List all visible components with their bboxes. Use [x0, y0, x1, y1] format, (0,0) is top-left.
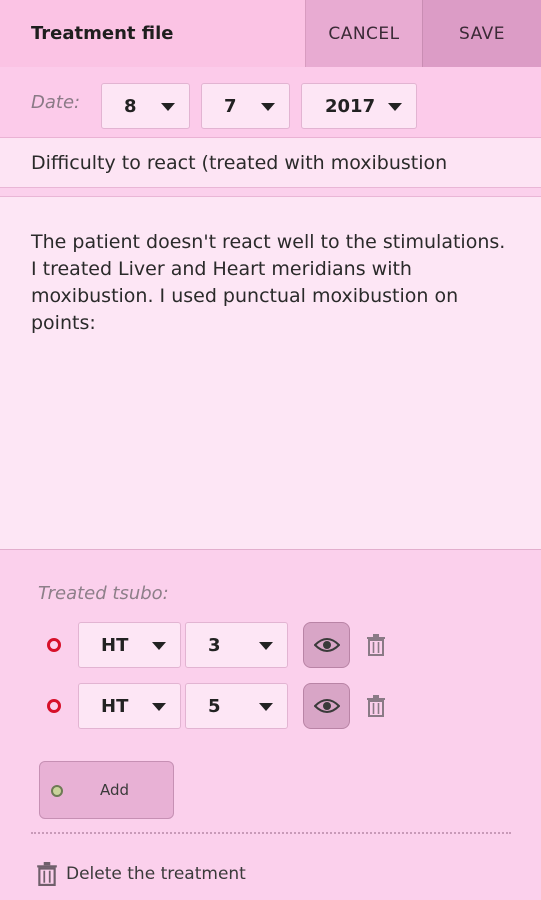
add-label: Add	[100, 781, 130, 799]
meridian-select[interactable]: HT	[78, 622, 181, 668]
date-label: Date:	[31, 92, 81, 113]
month-value: 7	[224, 95, 237, 117]
year-value: 2017	[325, 95, 376, 117]
cancel-button[interactable]: CANCEL	[306, 0, 423, 67]
date-row: Date: 8 7 2017	[0, 67, 541, 138]
subject-input[interactable]: Difficulty to react (treated with moxibu…	[0, 138, 541, 188]
day-select[interactable]: 8	[101, 83, 190, 129]
add-marker-icon	[51, 785, 63, 797]
caret-down-icon	[161, 103, 175, 111]
divider	[31, 832, 511, 834]
point-select[interactable]: 3	[185, 622, 288, 668]
month-select[interactable]: 7	[201, 83, 290, 129]
view-point-button[interactable]	[303, 622, 350, 668]
point-value: 5	[208, 695, 221, 717]
caret-down-icon	[152, 703, 166, 711]
eye-icon	[313, 638, 340, 652]
caret-down-icon	[259, 703, 273, 711]
page-title: Treatment file	[0, 0, 306, 67]
meridian-value: HT	[101, 634, 129, 656]
caret-down-icon	[261, 103, 275, 111]
point-select[interactable]: 5	[185, 683, 288, 729]
tsubo-row: HT 5	[0, 683, 541, 729]
point-marker-icon	[47, 699, 61, 713]
meridian-select[interactable]: HT	[78, 683, 181, 729]
delete-treatment-label: Delete the treatment	[66, 864, 246, 884]
header-bar: Treatment file CANCEL SAVE	[0, 0, 541, 67]
delete-treatment-button[interactable]: Delete the treatment	[36, 860, 246, 888]
notes-textarea[interactable]: The patient doesn't react well to the st…	[0, 196, 541, 550]
add-tsubo-button[interactable]: Add	[39, 761, 174, 819]
trash-icon[interactable]	[366, 695, 386, 717]
view-point-button[interactable]	[303, 683, 350, 729]
caret-down-icon	[152, 642, 166, 650]
point-marker-icon	[47, 638, 61, 652]
caret-down-icon	[259, 642, 273, 650]
eye-icon	[313, 699, 340, 713]
day-value: 8	[124, 95, 137, 117]
year-select[interactable]: 2017	[301, 83, 417, 129]
point-value: 3	[208, 634, 221, 656]
trash-icon[interactable]	[366, 634, 386, 656]
meridian-value: HT	[101, 695, 129, 717]
save-button[interactable]: SAVE	[423, 0, 541, 67]
tsubo-row: HT 3	[0, 622, 541, 668]
treated-tsubo-label: Treated tsubo:	[38, 583, 169, 604]
trash-icon	[37, 862, 57, 886]
caret-down-icon	[388, 103, 402, 111]
